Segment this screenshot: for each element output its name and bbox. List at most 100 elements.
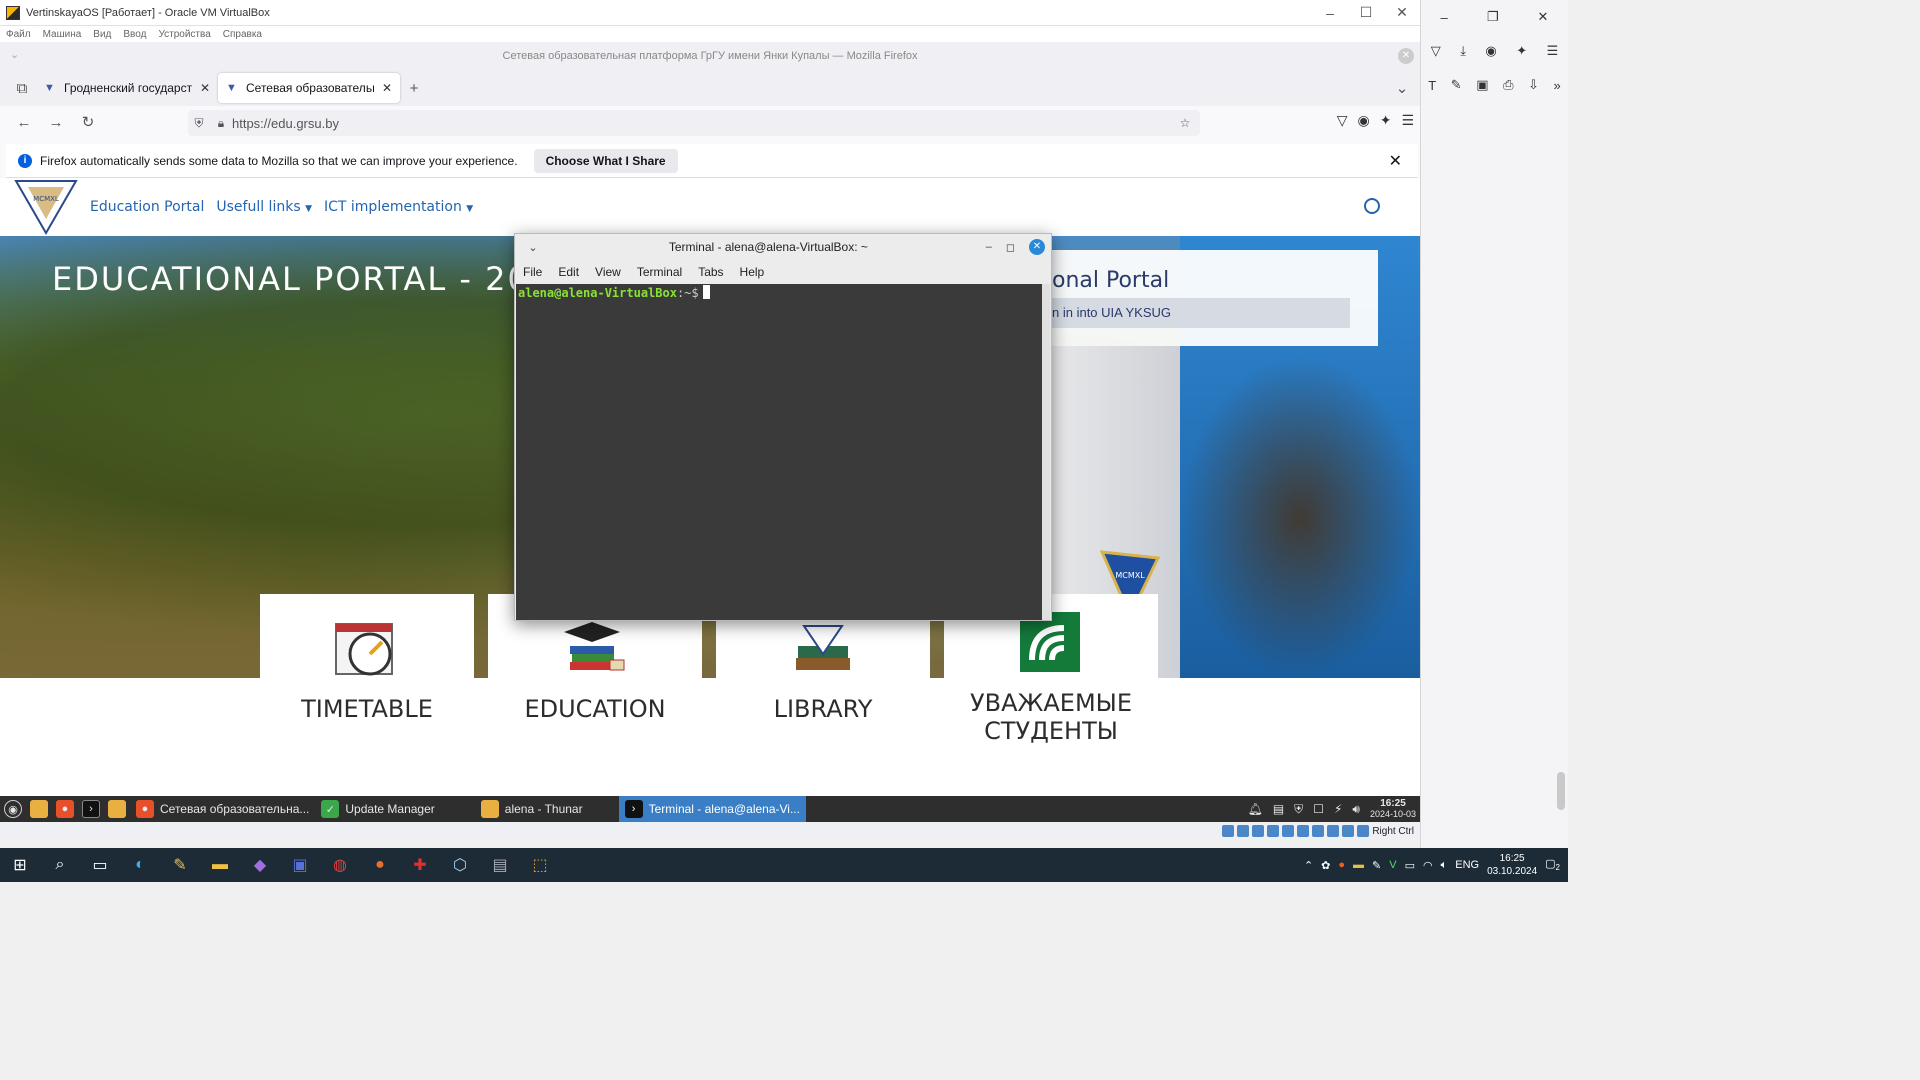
close-icon[interactable]: ✕: [1538, 9, 1549, 25]
task-update-manager[interactable]: ✓ Update Manager: [315, 796, 440, 822]
grsu-logo-icon[interactable]: MCMXL: [14, 179, 78, 235]
maximize-icon[interactable]: ◻: [1006, 241, 1015, 254]
chevron-down-icon[interactable]: ⌄: [515, 241, 551, 254]
login-uia-button[interactable]: n in into UIA YKSUG: [1052, 298, 1350, 328]
image-icon[interactable]: ▣: [1476, 77, 1488, 93]
term-menu-tabs[interactable]: Tabs: [698, 265, 723, 279]
nav-ict-implementation[interactable]: ICT implementation ▼: [324, 199, 473, 215]
menu-icon[interactable]: ☰: [1547, 43, 1559, 59]
close-icon[interactable]: ✕: [1389, 151, 1402, 171]
download-icon[interactable]: ⤓: [1460, 43, 1466, 59]
notifications-icon[interactable]: ▢2: [1545, 857, 1560, 872]
pocket-icon[interactable]: ▽: [1431, 43, 1441, 59]
save-disk-icon[interactable]: ▣: [280, 848, 320, 882]
chevron-down-icon[interactable]: ⌄: [10, 48, 19, 61]
guest-clock[interactable]: 16:25 2024-10-03: [1370, 799, 1416, 820]
card-timetable[interactable]: TIMETABLE: [260, 594, 474, 754]
task-view-icon[interactable]: ▭: [80, 848, 120, 882]
search-icon[interactable]: ⌕: [40, 848, 80, 882]
recording-icon[interactable]: [1327, 825, 1340, 837]
new-tab-icon[interactable]: +: [400, 80, 428, 97]
url-bar[interactable]: ⛨ 🔒︎ https://edu.grsu.by ☆: [188, 110, 1200, 136]
reload-icon[interactable]: ↻: [74, 113, 102, 131]
tray-folder-icon[interactable]: ▬: [1353, 859, 1364, 871]
nav-usefull-links[interactable]: Usefull links ▼: [216, 199, 312, 215]
print-icon[interactable]: ⎙: [1503, 77, 1513, 93]
folder-icon[interactable]: [108, 800, 126, 818]
cube-icon[interactable]: ⬡: [440, 848, 480, 882]
save-icon[interactable]: ⇩: [1528, 77, 1539, 93]
task-firefox[interactable]: ● Сетевая образовательна...: [130, 796, 315, 822]
term-menu-view[interactable]: View: [595, 265, 621, 279]
tab-edu-platform[interactable]: ▼ Сетевая образовательная ✕: [218, 73, 400, 103]
app-icon[interactable]: ✚: [400, 848, 440, 882]
vbox-menu-devices[interactable]: Устройства: [158, 29, 210, 40]
shield-icon[interactable]: ⛨: [1294, 802, 1303, 817]
optical-icon[interactable]: [1237, 825, 1250, 837]
minimize-button[interactable]: –: [1312, 5, 1348, 21]
explorer-icon[interactable]: ▬: [200, 848, 240, 882]
close-tab-icon[interactable]: ✕: [382, 81, 392, 95]
bookmark-star-icon[interactable]: ☆: [1174, 116, 1196, 130]
network-icon[interactable]: [1267, 825, 1280, 837]
terminal-scrollbar[interactable]: [1042, 284, 1050, 620]
close-button[interactable]: ✕: [1384, 4, 1420, 21]
power-icon[interactable]: ⚡︎: [1334, 802, 1342, 816]
mint-menu-icon[interactable]: ◉: [4, 800, 22, 818]
term-menu-terminal[interactable]: Terminal: [637, 265, 682, 279]
cpu-icon[interactable]: [1342, 825, 1355, 837]
bell-icon[interactable]: 🔔︎: [1248, 802, 1263, 816]
choose-what-i-share-button[interactable]: Choose What I Share: [533, 148, 678, 173]
harddisk-icon[interactable]: [1222, 825, 1235, 837]
back-icon[interactable]: ←: [10, 114, 38, 131]
account-icon[interactable]: ◉: [1485, 43, 1496, 59]
term-menu-edit[interactable]: Edit: [558, 265, 579, 279]
edge-icon[interactable]: ◐: [120, 848, 160, 882]
chevron-up-icon[interactable]: ⌃: [1304, 859, 1313, 872]
lock-icon[interactable]: 🔒︎: [210, 116, 232, 131]
shared-folder-icon[interactable]: [1297, 825, 1310, 837]
extensions-icon[interactable]: ✦: [1380, 112, 1392, 129]
forward-icon[interactable]: →: [42, 114, 70, 131]
vbox-menu-view[interactable]: Вид: [93, 29, 111, 40]
files-icon[interactable]: [30, 800, 48, 818]
close-tab-icon[interactable]: ✕: [200, 81, 210, 95]
chrome-icon[interactable]: ◍: [320, 848, 360, 882]
url-text[interactable]: https://edu.grsu.by: [232, 116, 339, 131]
pocket-icon[interactable]: ▽: [1337, 112, 1348, 129]
restore-icon[interactable]: ❐: [1487, 9, 1499, 25]
volume-icon[interactable]: 🔊︎: [1352, 802, 1360, 817]
vbox-menu-input[interactable]: Ввод: [123, 29, 146, 40]
windows-start-icon[interactable]: ⊞: [0, 848, 40, 882]
virtualbox-icon[interactable]: ⬚: [520, 848, 560, 882]
tab-overview-icon[interactable]: ⧉: [8, 80, 36, 97]
terminal-console[interactable]: alena@alena-VirtualBox:~$: [516, 284, 1042, 620]
mouse-icon[interactable]: [1357, 825, 1370, 837]
task-thunar[interactable]: alena - Thunar: [441, 796, 589, 822]
close-icon[interactable]: ✕: [1029, 239, 1045, 255]
terminal-icon[interactable]: ›: [82, 800, 100, 818]
text-icon[interactable]: T: [1428, 78, 1436, 93]
audio-icon[interactable]: [1252, 825, 1265, 837]
term-menu-help[interactable]: Help: [740, 265, 765, 279]
vbox-menu-help[interactable]: Справка: [223, 29, 262, 40]
task-terminal[interactable]: › Terminal - alena@alena-Vi...: [618, 796, 806, 822]
shield-icon[interactable]: ⛨: [188, 116, 210, 131]
draw-icon[interactable]: ✎: [1451, 77, 1462, 93]
window-icon[interactable]: ☐: [1313, 802, 1324, 816]
maximize-button[interactable]: ☐: [1348, 4, 1384, 21]
warning-icon[interactable]: ●: [1338, 859, 1345, 871]
language-indicator[interactable]: ENG: [1455, 859, 1479, 871]
host-clock[interactable]: 16:25 03.10.2024: [1487, 852, 1537, 878]
speaker-icon[interactable]: 🔈︎: [1441, 859, 1448, 872]
term-menu-file[interactable]: File: [523, 265, 542, 279]
host-scrollbar[interactable]: [1556, 120, 1566, 840]
paint-icon[interactable]: ✎: [160, 848, 200, 882]
display-icon[interactable]: [1312, 825, 1325, 837]
list-tabs-icon[interactable]: ⌄: [1388, 79, 1416, 97]
pen-icon[interactable]: ✎: [1372, 859, 1381, 872]
visual-studio-icon[interactable]: ◆: [240, 848, 280, 882]
globe-icon[interactable]: [1364, 198, 1380, 214]
nav-education-portal[interactable]: Education Portal: [90, 199, 204, 215]
firefox-icon[interactable]: ●: [360, 848, 400, 882]
